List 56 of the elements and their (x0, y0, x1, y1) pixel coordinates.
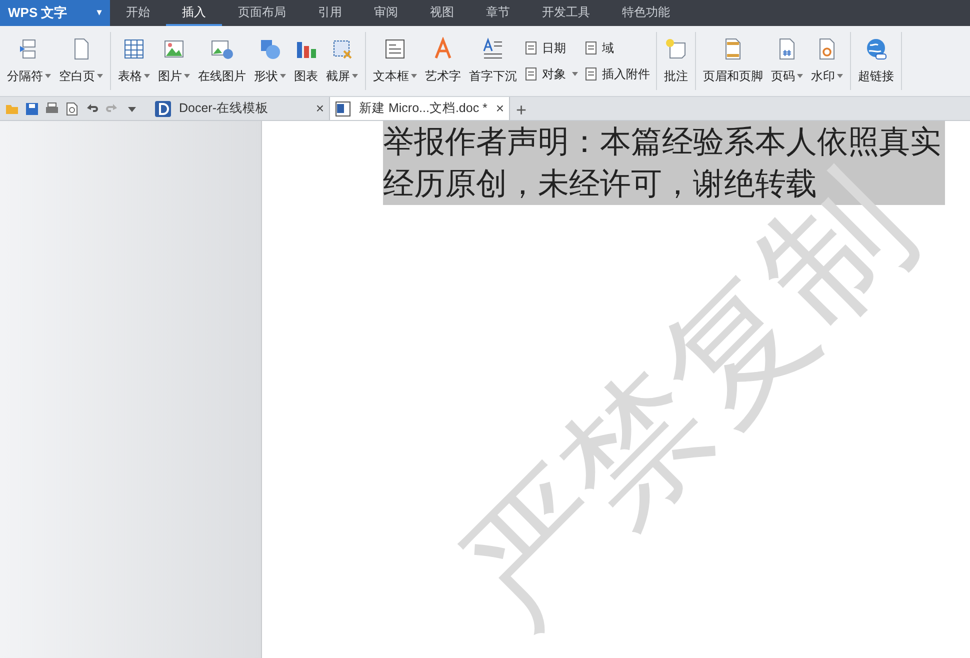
caret-icon (184, 74, 190, 78)
tab-title: Docer-在线模板 (179, 100, 270, 118)
ribbon-button[interactable]: 空白页 (55, 32, 107, 90)
menu-tab[interactable]: 引用 (302, 0, 358, 26)
ribbon-button[interactable]: 水印 (807, 32, 847, 90)
caret-icon (572, 72, 578, 76)
caret-icon (411, 74, 417, 78)
ribbon-small-button[interactable]: 域 (584, 39, 650, 57)
print-icon[interactable] (45, 102, 59, 116)
ribbon-button[interactable]: 超链接 (854, 32, 898, 90)
close-tab-button[interactable]: × (496, 98, 504, 119)
caret-icon (797, 74, 803, 78)
ribbon-button[interactable]: 在线图片 (194, 32, 250, 90)
menu-tab[interactable]: 特色功能 (606, 0, 686, 26)
caret-icon (352, 74, 358, 78)
table-icon (122, 37, 146, 61)
menu-tab[interactable]: 开发工具 (526, 0, 606, 26)
ribbon-small-button[interactable]: 对象 (524, 65, 578, 83)
globe-icon (864, 37, 888, 61)
caret-icon (45, 74, 51, 78)
word-document-icon (335, 100, 351, 116)
ribbon-button[interactable]: 分隔符 (3, 32, 55, 90)
ribbon-button[interactable]: 表格 (114, 32, 154, 90)
ribbon-button[interactable]: 形状 (250, 32, 290, 90)
menu-tab[interactable]: 视图 (414, 0, 470, 26)
print-preview-icon[interactable] (65, 102, 79, 116)
ribbon-button[interactable]: 页眉和页脚 (699, 32, 767, 90)
new-tab-button[interactable]: + (510, 97, 533, 120)
close-tab-button[interactable]: × (316, 98, 324, 119)
menu-tab[interactable]: 审阅 (358, 0, 414, 26)
caret-icon (144, 74, 150, 78)
tab-title: 新建 Micro...文档.doc * (359, 100, 488, 118)
caret-icon (280, 74, 286, 78)
ribbon-button[interactable]: 图表 (290, 32, 322, 90)
caret-icon (837, 74, 843, 78)
menu-tab[interactable]: 开始 (110, 0, 166, 26)
ribbon-small-button[interactable]: 插入附件 (584, 65, 650, 83)
ribbon-button[interactable]: 截屏 (322, 32, 362, 90)
menu-tab[interactable]: 章节 (470, 0, 526, 26)
comment-icon (664, 37, 688, 61)
ribbon-button[interactable]: 文本框 (369, 32, 421, 90)
ribbon-button[interactable]: 图片 (154, 32, 194, 90)
ribbon-button[interactable]: 首字下沉 (465, 32, 521, 90)
ribbon-button[interactable]: 页码 (767, 32, 807, 90)
document-tab[interactable]: 新建 Micro...文档.doc * × (330, 97, 510, 120)
caret-icon (97, 74, 103, 78)
ribbon-button[interactable]: 批注 (660, 32, 692, 90)
app-menu-button[interactable]: WPS 文字 ▾ (0, 0, 110, 26)
drop-cap-icon (481, 37, 505, 61)
text-box-icon (383, 37, 407, 61)
save-icon[interactable] (25, 102, 39, 116)
ribbon-button[interactable]: 艺术字 (421, 32, 465, 90)
menu-tab[interactable]: 页面布局 (222, 0, 302, 26)
shapes-icon (258, 37, 282, 61)
ribbon-small-button[interactable]: 日期 (524, 39, 578, 57)
docer-logo-icon (155, 100, 171, 116)
